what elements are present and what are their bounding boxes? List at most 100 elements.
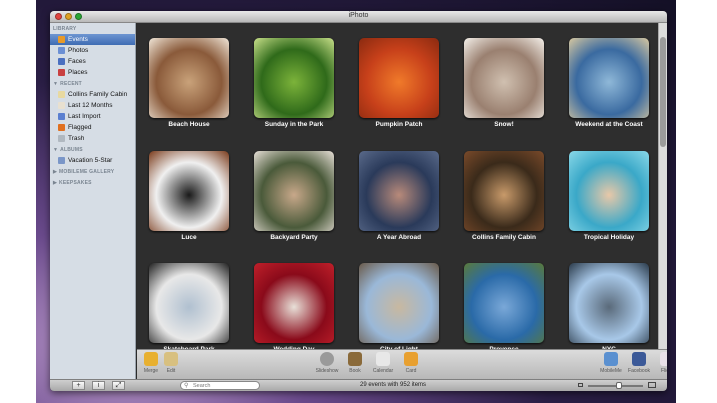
sidebar-item-faces[interactable]: Faces [50,56,135,67]
sidebar-item-collins-family-cabin[interactable]: Collins Family Cabin [50,89,135,100]
vertical-scrollbar[interactable] [658,23,667,349]
status-text: 29 events with 952 items [360,382,427,388]
toolbar-button-label: Calendar [372,368,394,374]
sidebar-item-events[interactable]: Events [50,34,135,45]
sidebar-item-trash[interactable]: Trash [50,133,135,144]
desktop-background: iPhoto LIBRARY Events Photos Faces Places ▼ RE… [36,0,676,403]
sidebar-section-header[interactable]: ▼ RECENT [50,78,135,89]
disclosure-closed-icon[interactable]: ▶ [53,180,57,186]
event-title[interactable]: Backyard Party [252,234,336,241]
slideshow-button[interactable]: Slideshow [315,352,339,374]
event-tile[interactable]: Weekend at the Coast [567,38,651,128]
event-tile[interactable]: City of Light [357,263,441,349]
event-tile[interactable]: Beach House [147,38,231,128]
event-key-photo[interactable] [254,38,334,118]
calendar-icon [58,102,65,109]
flickr-button[interactable]: Flickr [655,352,667,374]
flag-icon [58,124,65,131]
event-key-photo[interactable] [464,151,544,231]
add-button[interactable]: + [72,381,85,390]
mobileme-button[interactable]: MobileMe [599,352,623,374]
event-tile[interactable]: Pumpkin Patch [357,38,441,128]
sidebar-section-label: RECENT [60,81,82,87]
event-title[interactable]: Tropical Holiday [567,234,651,241]
sidebar-section-label: MOBILEME GALLERY [59,169,115,175]
event-tile[interactable]: Backyard Party [252,151,336,241]
sidebar-item-label: Trash [68,135,85,142]
event-tile[interactable]: Tropical Holiday [567,151,651,241]
sidebar-section-header[interactable]: ▶ MOBILEME GALLERY [50,166,135,177]
event-title[interactable]: Snow! [462,121,546,128]
book-icon [348,352,362,366]
photos-icon [58,47,65,54]
event-key-photo[interactable] [569,38,649,118]
sidebar-section-label: KEEPSAKES [59,180,92,186]
disclosure-closed-icon[interactable]: ▶ [53,169,57,175]
event-key-photo[interactable] [254,151,334,231]
event-key-photo[interactable] [149,38,229,118]
sidebar-item-photos[interactable]: Photos [50,45,135,56]
event-tile[interactable]: Sunday in the Park [252,38,336,128]
sidebar-item-flagged[interactable]: Flagged [50,122,135,133]
book-button[interactable]: Book [343,352,367,374]
title-bar[interactable]: iPhoto [50,11,667,23]
sidebar-section-header[interactable]: LIBRARY [50,23,135,34]
small-thumbnail-icon [578,383,583,387]
event-icon [58,91,65,98]
import-icon [58,113,65,120]
event-tile[interactable]: Provence [462,263,546,349]
sidebar-item-last-import[interactable]: Last Import [50,111,135,122]
status-bar: + i ⤢ ⚲ Search 29 events with 952 items [50,379,667,391]
sidebar-item-places[interactable]: Places [50,67,135,78]
toolbar-button-label: Slideshow [315,368,339,374]
event-key-photo[interactable] [359,263,439,343]
event-tile[interactable]: Collins Family Cabin [462,151,546,241]
full-screen-button[interactable]: ⤢ [112,381,125,390]
faces-icon [58,58,65,65]
iphoto-window: iPhoto LIBRARY Events Photos Faces Places ▼ RE… [50,11,667,391]
sidebar-item-vacation-5-star[interactable]: Vacation 5-Star [50,155,135,166]
edit-button[interactable]: Edit [159,352,183,374]
event-tile[interactable]: Wedding Day [252,263,336,349]
event-title[interactable]: Weekend at the Coast [567,121,651,128]
scrollbar-thumb[interactable] [660,37,666,147]
slider-knob[interactable] [616,382,622,389]
event-key-photo[interactable] [254,263,334,343]
calendar-button[interactable]: Calendar [371,352,395,374]
card-button[interactable]: Card [399,352,423,374]
info-button[interactable]: i [92,381,105,390]
sidebar-section-header[interactable]: ▼ ALBUMS [50,144,135,155]
event-tile[interactable]: Snow! [462,38,546,128]
event-tile[interactable]: Skateboard Park [147,263,231,349]
event-key-photo[interactable] [464,38,544,118]
event-key-photo[interactable] [149,263,229,343]
disclosure-open-icon[interactable]: ▼ [53,147,58,153]
event-title[interactable]: Luce [147,234,231,241]
sidebar-item-label: Vacation 5-Star [68,157,113,164]
sidebar-item-label: Photos [68,47,89,54]
sidebar-item-label: Last Import [68,113,101,120]
event-tile[interactable]: NYC [567,263,651,349]
sidebar-item-last-12-months[interactable]: Last 12 Months [50,100,135,111]
event-key-photo[interactable] [464,263,544,343]
event-title[interactable]: Beach House [147,121,231,128]
event-key-photo[interactable] [149,151,229,231]
sidebar-item-label: Events [68,36,88,43]
event-key-photo[interactable] [569,263,649,343]
sidebar-section-header[interactable]: ▶ KEEPSAKES [50,177,135,188]
album-icon [58,157,65,164]
event-title[interactable]: Sunday in the Park [252,121,336,128]
search-field[interactable]: ⚲ Search [180,381,260,390]
event-key-photo[interactable] [569,151,649,231]
event-title[interactable]: Collins Family Cabin [462,234,546,241]
event-tile[interactable]: Luce [147,151,231,241]
bottom-toolbar: Merge Edit Slideshow Book Calendar Card Mobile… [137,349,667,379]
facebook-button[interactable]: Facebook [627,352,651,374]
thumbnail-size-slider[interactable] [588,382,643,389]
disclosure-open-icon[interactable]: ▼ [53,81,58,87]
event-title[interactable]: Pumpkin Patch [357,121,441,128]
event-title[interactable]: A Year Abroad [357,234,441,241]
event-tile[interactable]: A Year Abroad [357,151,441,241]
event-key-photo[interactable] [359,151,439,231]
event-key-photo[interactable] [359,38,439,118]
